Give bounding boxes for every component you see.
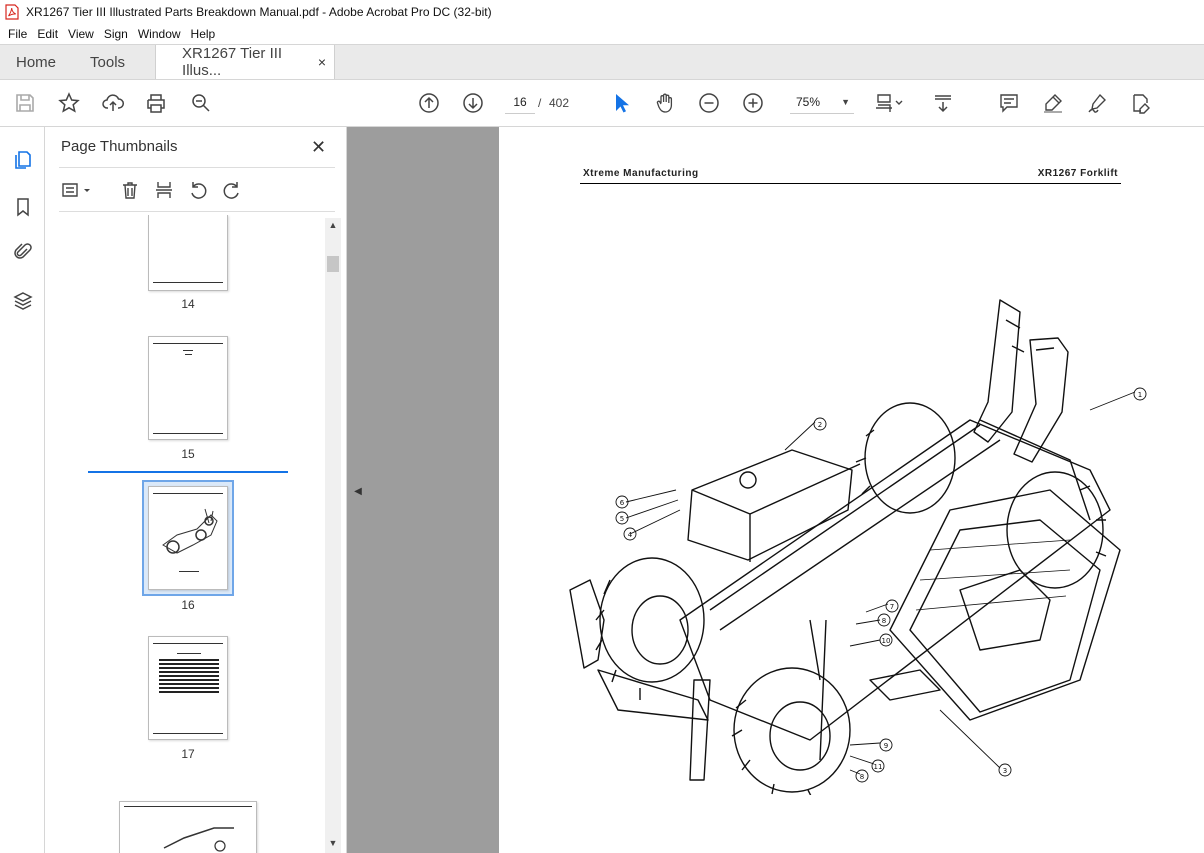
sign-icon[interactable] xyxy=(1084,90,1110,116)
fit-page-icon[interactable] xyxy=(872,90,912,116)
callout-label: 1 xyxy=(1138,391,1142,399)
callout-label: 4 xyxy=(628,531,633,539)
rotate-cw-icon[interactable] xyxy=(219,177,245,203)
upload-icon[interactable] xyxy=(100,90,126,116)
toolbar xyxy=(0,80,1204,196)
thumbnail-list: 14 15 16 17 xyxy=(59,215,327,853)
tab-bar: Home Tools XR1267 Tier III Illus... × xyxy=(0,44,1204,80)
zoom-search-icon[interactable] xyxy=(188,90,214,116)
panel-tools xyxy=(59,175,335,205)
menu-window[interactable]: Window xyxy=(134,27,185,41)
callout-label: 2 xyxy=(818,421,822,429)
divider xyxy=(59,211,335,212)
menu-edit[interactable]: Edit xyxy=(33,27,62,41)
scroll-down-icon[interactable]: ▼ xyxy=(325,838,341,848)
scroll-thumb[interactable] xyxy=(327,256,339,272)
menu-view[interactable]: View xyxy=(64,27,98,41)
zoom-select[interactable]: 75% ▼ xyxy=(790,90,854,114)
attachment-icon[interactable] xyxy=(10,239,36,265)
select-arrow-icon[interactable] xyxy=(608,90,634,116)
rotate-ccw-icon[interactable] xyxy=(185,177,211,203)
menu-help[interactable]: Help xyxy=(187,27,220,41)
drop-indicator xyxy=(88,471,288,473)
options-menu-icon[interactable] xyxy=(59,177,95,203)
callout-label: 7 xyxy=(890,603,894,611)
highlight-icon[interactable] xyxy=(1040,90,1066,116)
forklift-illustration: 1 2 3 4 5 6 7 8 9 10 11 8 xyxy=(569,299,1147,795)
header-rule xyxy=(580,183,1121,184)
callout-label: 6 xyxy=(620,499,625,507)
left-rail xyxy=(0,127,45,853)
scroll-up-icon[interactable]: ▲ xyxy=(325,220,341,230)
delete-icon[interactable] xyxy=(117,177,143,203)
hand-icon[interactable] xyxy=(652,90,678,116)
thumbnail-label: 16 xyxy=(181,598,195,612)
thumbnail-page[interactable] xyxy=(148,215,228,291)
comment-icon[interactable] xyxy=(996,90,1022,116)
callout-label: 5 xyxy=(620,515,624,523)
collapse-panel-icon[interactable]: ◀ xyxy=(351,482,365,502)
menu-bar: File Edit View Sign Window Help xyxy=(0,24,1204,44)
chevron-down-icon: ▼ xyxy=(841,97,850,107)
thumbnail-page[interactable] xyxy=(119,801,257,853)
menu-file[interactable]: File xyxy=(4,27,31,41)
acrobat-icon xyxy=(4,4,20,20)
page-thumbnails-icon[interactable] xyxy=(10,147,36,173)
page-up-icon[interactable] xyxy=(416,90,442,116)
tab-tools[interactable]: Tools xyxy=(72,45,143,79)
thumbnail-scrollbar[interactable]: ▲ ▼ xyxy=(325,218,341,853)
thumbnail-page xyxy=(148,486,228,590)
zoom-in-icon[interactable] xyxy=(740,90,766,116)
callout-label: 8 xyxy=(860,773,864,781)
bookmark-icon[interactable] xyxy=(10,194,36,220)
zoom-out-icon[interactable] xyxy=(696,90,722,116)
thumbnail-label: 15 xyxy=(181,447,195,461)
thumbnail-page[interactable] xyxy=(148,336,228,440)
tab-document[interactable]: XR1267 Tier III Illus... × xyxy=(155,45,336,79)
thumbnail-label: 17 xyxy=(181,747,195,761)
callout-label: 9 xyxy=(884,742,888,750)
extract-pages-icon[interactable] xyxy=(151,177,177,203)
page-separator: / xyxy=(538,96,542,110)
zoom-value: 75% xyxy=(796,95,821,109)
thumbnail-label: 14 xyxy=(181,297,195,311)
print-icon[interactable] xyxy=(143,90,169,116)
edit-pdf-icon[interactable] xyxy=(1128,90,1154,116)
callout-label: 10 xyxy=(882,637,891,645)
thumbnail-selected[interactable] xyxy=(142,480,234,596)
callout-label: 3 xyxy=(1003,767,1007,775)
divider xyxy=(59,167,335,168)
close-panel-icon[interactable]: ✕ xyxy=(311,137,326,158)
thumbnail-page[interactable] xyxy=(148,636,228,740)
page-header-right: XR1267 Forklift xyxy=(1037,168,1118,179)
thumbnails-panel: Page Thumbnails ✕ 14 15 16 17 xyxy=(45,127,347,853)
title-bar: XR1267 Tier III Illustrated Parts Breakd… xyxy=(0,0,1204,24)
page-total: 402 xyxy=(549,96,570,110)
layers-icon[interactable] xyxy=(10,288,36,314)
close-tab-icon[interactable]: × xyxy=(318,54,326,70)
panel-title: Page Thumbnails xyxy=(61,138,178,155)
callout-label: 11 xyxy=(874,763,883,771)
callout-label: 8 xyxy=(882,617,886,625)
menu-sign[interactable]: Sign xyxy=(100,27,132,41)
save-icon[interactable] xyxy=(12,90,38,116)
bookmark-star-icon[interactable] xyxy=(56,90,82,116)
page-down-icon[interactable] xyxy=(460,90,486,116)
page-header-left: Xtreme Manufacturing xyxy=(583,168,699,179)
scroll-mode-icon[interactable] xyxy=(930,90,956,116)
page-number-input[interactable]: 16 xyxy=(505,90,535,114)
tab-document-label: XR1267 Tier III Illus... xyxy=(182,45,283,79)
tab-home[interactable]: Home xyxy=(0,45,72,79)
window-title: XR1267 Tier III Illustrated Parts Breakd… xyxy=(26,5,492,19)
